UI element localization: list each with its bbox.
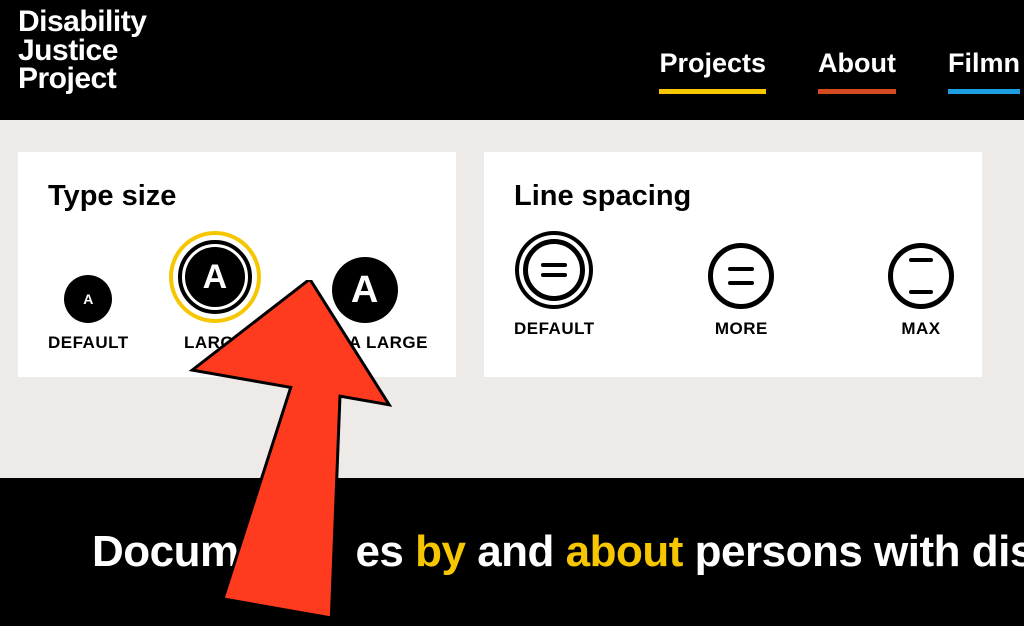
hero-tagline-bar: Documentaries by and about persons with … <box>0 478 1024 626</box>
type-size-default-icon: A <box>64 275 112 323</box>
type-size-large-icon: A <box>185 247 245 307</box>
nav-projects[interactable]: Projects <box>659 48 766 94</box>
spacing-line-icon <box>909 258 933 262</box>
line-spacing-max[interactable]: MAX <box>888 243 954 339</box>
logo-line1: Disability <box>18 8 146 37</box>
accessibility-panels: Type size A DEFAULT A LARGE A EXTRA LARG… <box>0 120 1024 409</box>
tagline-part: and <box>465 527 565 576</box>
logo-line3: Project <box>18 65 146 94</box>
nav-filmmakers[interactable]: Filmn <box>948 48 1020 94</box>
tagline-part: es <box>355 527 415 576</box>
type-size-xlarge-label: EXTRA LARGE <box>301 333 428 353</box>
spacing-line-icon <box>728 267 754 271</box>
tagline-highlight-about: about <box>566 527 683 576</box>
hero-tagline: Documentaries by and about persons with … <box>92 527 1024 577</box>
main-nav: Projects About Filmn <box>659 48 1024 94</box>
line-spacing-default-icon <box>523 239 585 301</box>
line-spacing-panel: Line spacing DEFAULT MORE <box>484 152 982 377</box>
line-spacing-default[interactable]: DEFAULT <box>514 231 595 339</box>
type-size-large-label: LARGE <box>184 333 246 353</box>
type-size-large[interactable]: A LARGE <box>169 231 261 353</box>
type-size-large-ring: A <box>178 240 252 314</box>
type-size-xlarge-icon: A <box>332 257 398 323</box>
line-spacing-options: DEFAULT MORE MAX <box>514 231 954 339</box>
tagline-highlight-by: by <box>415 527 465 576</box>
line-spacing-max-icon <box>888 243 954 309</box>
tagline-part: persons with disa <box>683 527 1024 576</box>
type-size-xlarge[interactable]: A EXTRA LARGE <box>301 257 428 353</box>
site-logo[interactable]: Disability Justice Project <box>18 8 146 94</box>
nav-about[interactable]: About <box>818 48 896 94</box>
spacing-line-icon <box>728 281 754 285</box>
line-spacing-more-label: MORE <box>715 319 768 339</box>
type-size-options: A DEFAULT A LARGE A EXTRA LARGE <box>48 231 428 353</box>
spacing-line-icon <box>541 263 567 267</box>
tagline-part: Documenta <box>92 527 327 576</box>
spacing-line-icon <box>541 273 567 277</box>
line-spacing-more[interactable]: MORE <box>708 243 774 339</box>
site-header: Disability Justice Project Projects Abou… <box>0 0 1024 120</box>
line-spacing-max-label: MAX <box>901 319 940 339</box>
line-spacing-default-label: DEFAULT <box>514 319 595 339</box>
line-spacing-title: Line spacing <box>514 180 954 213</box>
line-spacing-default-ring <box>515 231 593 309</box>
line-spacing-more-icon <box>708 243 774 309</box>
type-size-default-label: DEFAULT <box>48 333 129 353</box>
logo-line2: Justice <box>18 37 146 66</box>
type-size-default[interactable]: A DEFAULT <box>48 275 129 353</box>
spacing-line-icon <box>909 290 933 294</box>
type-size-large-focus-ring: A <box>169 231 261 323</box>
type-size-panel: Type size A DEFAULT A LARGE A EXTRA LARG… <box>18 152 456 377</box>
type-size-title: Type size <box>48 180 428 213</box>
